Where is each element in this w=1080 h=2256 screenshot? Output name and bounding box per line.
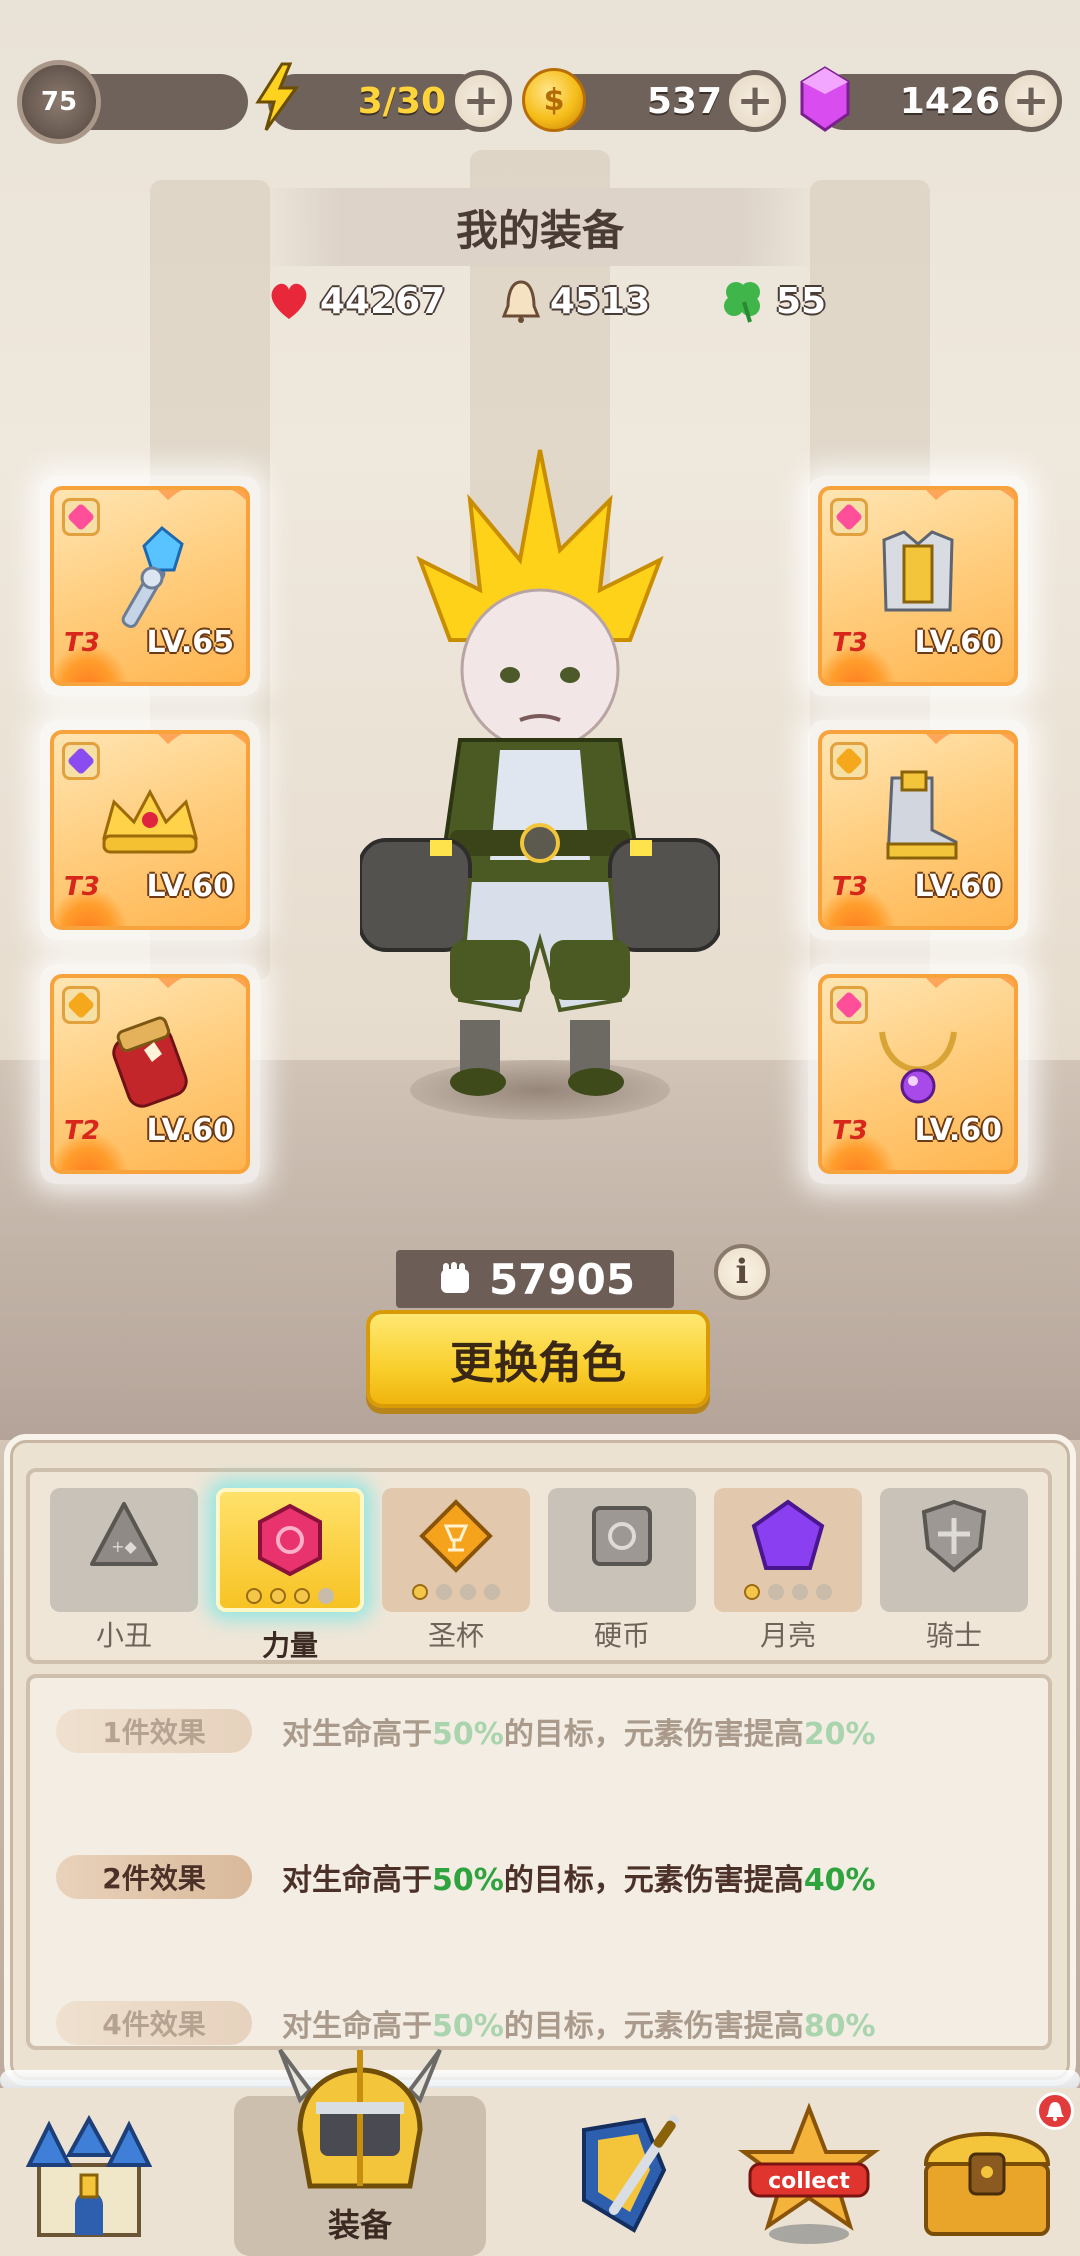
tab-clown-label: 小丑 [95, 1619, 152, 1652]
equip-tier: T3 [832, 872, 868, 902]
player-level-badge[interactable]: 75 [14, 54, 104, 150]
equip-tier: T3 [832, 1116, 868, 1146]
grail-progress-dots [412, 1584, 500, 1600]
equip-tier: T3 [64, 628, 100, 658]
energy-value: 3/30 [357, 81, 446, 122]
equip-slot-armor[interactable]: T3 LV.60 [808, 476, 1028, 696]
equip-slot-necklace[interactable]: T3 LV.60 [808, 964, 1028, 1184]
gem-value: 1426 [899, 81, 1000, 122]
heart-icon [271, 283, 307, 319]
tab-strength-label: 力量 [261, 1629, 318, 1662]
equip-level: LV.60 [914, 869, 1002, 904]
equip-slot-crown[interactable]: T3 LV.60 [40, 720, 260, 940]
equip-level: LV.60 [146, 1113, 234, 1148]
tab-grail-label: 圣杯 [427, 1619, 484, 1652]
necklace-icon [879, 1031, 957, 1104]
tab-grail[interactable] [382, 1488, 530, 1612]
equip-slot-boots[interactable]: T3 LV.60 [808, 720, 1028, 940]
grail-gem-icon [419, 1499, 493, 1573]
bell-icon [1046, 2102, 1064, 2122]
effect-description: 对生命高于50%的目标，元素伤害提高20% [282, 1717, 876, 1752]
nav-battle[interactable] [554, 2100, 704, 2250]
tab-strength[interactable] [216, 1488, 364, 1612]
moon-gem-icon [751, 1499, 825, 1570]
set-effects-list: 1件效果 对生命高于50%的目标，元素伤害提高20% 2件效果 对生命高于50%… [26, 1674, 1052, 2050]
attack-value: 4513 [550, 280, 651, 322]
equip-tier: T3 [64, 872, 100, 902]
equip-slot-bracer[interactable]: T2 LV.60 [40, 964, 260, 1184]
tab-knight[interactable] [880, 1488, 1028, 1612]
character-stats: 44267 4513 55 [0, 272, 1080, 330]
player-level-value: 75 [40, 87, 78, 117]
top-resource-bar: 75 3/30 + $ 537 + 1426 + [0, 54, 1080, 150]
tab-moon-label: 月亮 [759, 1619, 816, 1652]
tab-moon[interactable] [714, 1488, 862, 1612]
boots-icon [886, 770, 958, 860]
effect-row-4: 4件效果 对生命高于50%的目标，元素伤害提高80% [56, 2000, 876, 2046]
scepter-icon [121, 526, 184, 629]
equip-level: LV.65 [146, 625, 234, 660]
tab-coin[interactable] [548, 1488, 696, 1612]
equip-tier: T2 [64, 1116, 100, 1146]
nav-equipment[interactable] [260, 2010, 460, 2200]
hp-value: 44267 [320, 280, 446, 322]
change-character-label: 更换角色 [450, 1338, 626, 1389]
gem-icon [800, 66, 850, 132]
luck-stat: 55 [720, 272, 826, 330]
change-character-button[interactable]: 更换角色 [366, 1310, 710, 1408]
coin-value: 537 [646, 81, 722, 122]
effect-row-1: 1件效果 对生命高于50%的目标，元素伤害提高20% [56, 1708, 876, 1754]
fist-icon [440, 1262, 469, 1293]
nav-castle[interactable] [14, 2100, 164, 2250]
strength-progress-dots [246, 1588, 334, 1604]
notification-bell-icon[interactable] [1036, 2092, 1074, 2130]
info-icon[interactable]: i [714, 1244, 770, 1300]
moon-progress-dots [744, 1584, 832, 1600]
clown-gem-icon: +◆ [90, 1502, 158, 1566]
effect-row-2: 2件效果 对生命高于50%的目标，元素伤害提高40% [56, 1854, 876, 1900]
snow-decoration [0, 2070, 1080, 2090]
bracer-icon [112, 1016, 188, 1109]
effect-description: 对生命高于50%的目标，元素伤害提高40% [282, 1863, 876, 1898]
add-energy-button[interactable]: + [450, 70, 512, 132]
equip-tier: T3 [832, 628, 868, 658]
add-gems-button[interactable]: + [1000, 70, 1062, 132]
clover-icon [724, 282, 760, 323]
equip-level: LV.60 [914, 1113, 1002, 1148]
combat-power-display: 57905 [396, 1250, 674, 1308]
collect-label: collect [768, 2169, 850, 2194]
tab-knight-label: 骑士 [925, 1619, 982, 1652]
armor-icon [882, 530, 954, 612]
strength-gem-icon [258, 1503, 322, 1577]
equip-level: LV.60 [914, 625, 1002, 660]
attack-icon [502, 280, 540, 323]
shield-sword-icon [582, 2115, 679, 2233]
add-coins-button[interactable]: + [724, 70, 786, 132]
page-title: 我的装备 [455, 205, 624, 255]
castle-icon [25, 2114, 153, 2237]
effect-tag: 2件效果 [56, 1855, 252, 1899]
combat-power-value: 57905 [488, 1254, 636, 1304]
luck-value: 55 [776, 280, 827, 322]
character-avatar[interactable] [360, 440, 720, 1120]
coin-icon: $ [522, 68, 586, 132]
tab-clown[interactable]: +◆ [50, 1488, 198, 1612]
hp-stat: 44267 [268, 272, 445, 330]
nav-collect[interactable]: collect [734, 2100, 884, 2250]
helmet-icon [278, 2048, 442, 2189]
effect-tag: 4件效果 [56, 2001, 252, 2045]
equip-level: LV.60 [146, 869, 234, 904]
crown-icon [102, 789, 198, 854]
nav-equipment-label: 装备 [327, 2206, 392, 2244]
knight-gem-icon [921, 1499, 987, 1573]
lightning-icon [255, 62, 299, 131]
attack-stat: 4513 [502, 272, 650, 330]
tab-coin-label: 硬币 [593, 1619, 650, 1652]
effect-tag: 1件效果 [56, 1709, 252, 1753]
coin-gem-icon [592, 1506, 652, 1566]
svg-text:+◆: +◆ [111, 1537, 137, 1556]
page-title-banner: 我的装备 [262, 188, 818, 266]
star-medal-icon: collect [737, 2102, 881, 2244]
equip-slot-weapon[interactable]: T3 LV.65 [40, 476, 260, 696]
